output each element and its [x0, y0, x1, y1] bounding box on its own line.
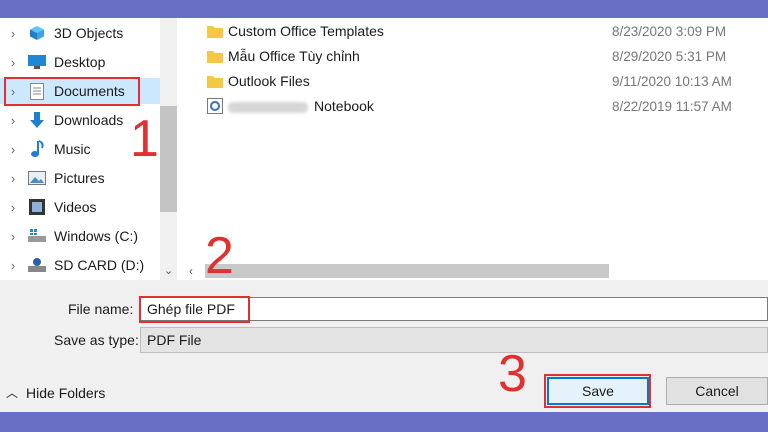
chevron-right-icon[interactable]: › — [0, 229, 26, 244]
chevron-down-icon[interactable]: ⌄ — [160, 262, 177, 280]
chevron-up-icon: ︿ — [6, 386, 19, 400]
3d-objects-icon — [26, 24, 48, 42]
file-name: Custom Office Templates — [228, 23, 384, 39]
file-date: 8/22/2019 11:57 AM — [612, 98, 732, 114]
save-as-type-select[interactable]: PDF File — [140, 327, 768, 353]
file-name: Mẫu Office Tùy chỉnh — [228, 48, 360, 64]
file-name: Outlook Files — [228, 73, 310, 89]
chevron-right-icon[interactable]: › — [0, 171, 26, 186]
file-date: 9/11/2020 10:13 AM — [612, 73, 732, 89]
nav-item-desktop[interactable]: › Desktop — [0, 49, 160, 75]
nav-item-windows-c[interactable]: › Windows (C:) — [0, 223, 160, 249]
pictures-icon — [26, 169, 48, 187]
nav-item-label: Windows (C:) — [54, 228, 139, 244]
chevron-right-icon[interactable]: › — [0, 55, 26, 70]
file-name-label: File name: — [68, 301, 134, 317]
downloads-icon — [26, 111, 48, 129]
folder-icon — [207, 25, 223, 38]
nav-item-3d-objects[interactable]: › 3D Objects — [0, 20, 160, 46]
nav-item-label: Downloads — [54, 112, 124, 128]
file-date: 8/29/2020 5:31 PM — [612, 48, 727, 64]
nav-item-label: Videos — [54, 199, 97, 215]
nav-item-pictures[interactable]: › Pictures — [0, 165, 160, 191]
file-list: Custom Office Templates 8/23/2020 3:09 P… — [177, 18, 768, 262]
list-item[interactable]: Outlook Files 9/11/2020 10:13 AM — [177, 69, 768, 93]
folder-icon — [207, 75, 223, 88]
chevron-right-icon[interactable]: › — [0, 258, 26, 273]
folder-icon — [207, 50, 223, 63]
annotation-step-2: 2 — [205, 227, 234, 285]
save-as-dialog: › 3D Objects › Desktop › Documents › Dow… — [0, 18, 768, 412]
drive-icon — [26, 227, 48, 245]
nav-item-label: Desktop — [54, 54, 106, 70]
nav-item-label: Pictures — [54, 170, 105, 186]
nav-item-sd-card[interactable]: › SD CARD (D:) — [0, 252, 160, 278]
chevron-right-icon[interactable]: › — [0, 26, 26, 41]
chevron-left-icon[interactable]: ‹ — [182, 262, 200, 280]
chevron-right-icon[interactable]: › — [0, 142, 26, 157]
cancel-button[interactable]: Cancel — [666, 377, 768, 405]
annotation-step-1: 1 — [130, 110, 159, 168]
list-item[interactable]: Notebook 8/22/2019 11:57 AM — [177, 94, 768, 118]
desktop-icon — [26, 53, 48, 71]
annotation-box-save — [544, 374, 651, 408]
onenote-icon — [207, 98, 223, 114]
nav-scrollbar-thumb[interactable] — [160, 106, 177, 212]
nav-item-label: SD CARD (D:) — [54, 257, 145, 273]
save-as-type-label: Save as type: — [54, 332, 139, 348]
file-name: Notebook — [228, 98, 374, 114]
annotation-box-documents — [4, 77, 140, 106]
file-date: 8/23/2020 3:09 PM — [612, 23, 727, 39]
horizontal-scrollbar-thumb[interactable] — [205, 264, 609, 278]
list-item[interactable]: Mẫu Office Tùy chỉnh 8/29/2020 5:31 PM — [177, 44, 768, 68]
redacted-text — [228, 101, 308, 113]
chevron-right-icon[interactable]: › — [0, 113, 26, 128]
sd-card-icon — [26, 256, 48, 274]
list-item[interactable]: Custom Office Templates 8/23/2020 3:09 P… — [177, 19, 768, 43]
annotation-box-file-name — [139, 296, 250, 323]
hide-folders-button[interactable]: ︿ Hide Folders — [6, 384, 105, 401]
annotation-step-3: 3 — [498, 345, 527, 403]
hide-folders-label: Hide Folders — [26, 384, 106, 401]
chevron-right-icon[interactable]: › — [0, 200, 26, 215]
nav-item-label: Music — [54, 141, 91, 157]
videos-icon — [26, 198, 48, 216]
nav-item-label: 3D Objects — [54, 25, 124, 41]
nav-item-videos[interactable]: › Videos — [0, 194, 160, 220]
music-icon — [26, 140, 48, 158]
